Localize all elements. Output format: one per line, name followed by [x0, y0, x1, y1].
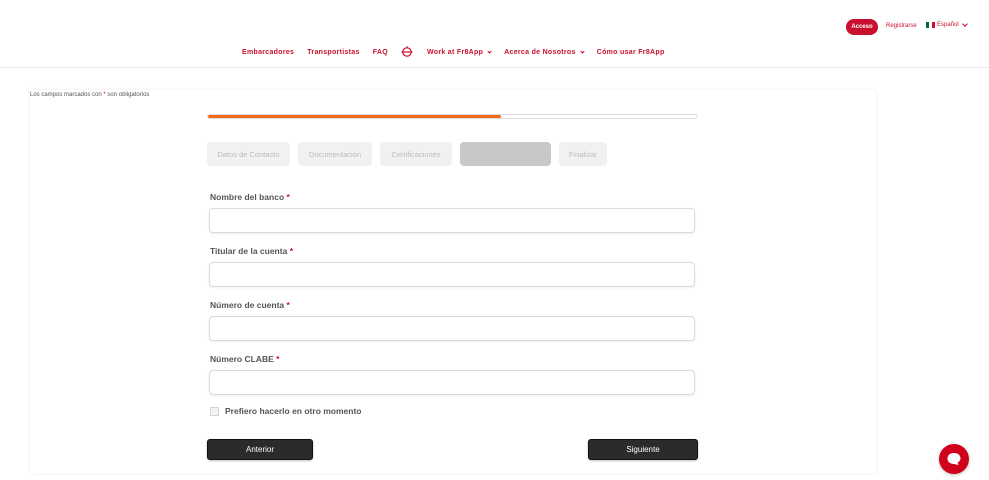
- top-bar: Acceso Registrarse Español Embarcadores …: [0, 0, 989, 68]
- fr8app-logo-icon[interactable]: [401, 46, 413, 58]
- account-number-label-text: Número de cuenta: [210, 300, 285, 310]
- chevron-down-icon: [580, 48, 585, 54]
- chevron-down-icon: [487, 48, 492, 54]
- nav-item-faq[interactable]: FAQ: [373, 49, 388, 56]
- nav-item-work-label: Work at Fr8App: [426, 48, 484, 56]
- clabe-label: Número CLABE *: [210, 354, 279, 364]
- required-star: *: [289, 246, 293, 256]
- account-holder-label-text: Titular de la cuenta: [210, 246, 288, 256]
- main-nav: Embarcadores Transportistas FAQ Work at …: [242, 46, 678, 58]
- step-documents[interactable]: Documentación: [298, 142, 372, 166]
- later-checkbox-label: Prefiero hacerlo en otro momento: [225, 406, 362, 416]
- nav-item-work[interactable]: Work at Fr8App: [426, 48, 492, 56]
- required-note-prefix: Los campos marcados con: [30, 92, 104, 98]
- nav-item-about[interactable]: Acerca de Nosotros: [504, 48, 585, 56]
- clabe-input[interactable]: [209, 370, 695, 395]
- register-link[interactable]: Registrarse: [886, 23, 917, 29]
- chevron-down-icon: [961, 20, 968, 27]
- step-certifications[interactable]: Certificaciones: [380, 142, 452, 166]
- nav-item-embarcadores[interactable]: Embarcadores: [242, 49, 294, 56]
- account-holder-label: Titular de la cuenta *: [210, 246, 293, 256]
- nav-item-transportistas[interactable]: Transportistas: [307, 49, 359, 56]
- bank-name-input[interactable]: [209, 208, 695, 233]
- step-tabs: Datos de Contacto Documentación Certific…: [207, 142, 615, 166]
- previous-button[interactable]: Anterior: [207, 439, 313, 460]
- account-number-input[interactable]: [209, 316, 695, 341]
- language-selector[interactable]: Español: [926, 20, 968, 28]
- bank-name-label-text: Nombre del banco: [210, 192, 285, 202]
- bank-name-label: Nombre del banco *: [210, 192, 290, 202]
- progress-bar: [207, 114, 698, 119]
- next-button[interactable]: Siguiente: [588, 439, 698, 460]
- required-note-suffix: son obligatorios: [105, 92, 150, 98]
- chat-bubble-icon: [947, 453, 961, 465]
- later-checkbox-row[interactable]: Prefiero hacerlo en otro momento: [210, 406, 362, 416]
- chat-button[interactable]: [939, 444, 969, 474]
- step-finish[interactable]: Finalizar: [559, 142, 607, 166]
- access-button[interactable]: Acceso: [846, 19, 878, 35]
- step-contact[interactable]: Datos de Contacto: [207, 142, 290, 166]
- later-checkbox[interactable]: [210, 406, 219, 416]
- language-label: Español: [937, 22, 959, 28]
- account-holder-input[interactable]: [209, 262, 695, 287]
- required-star: *: [286, 192, 290, 202]
- mexico-flag-icon: [926, 22, 935, 28]
- step-current[interactable]: [460, 142, 551, 166]
- required-note: Los campos marcados con * son obligatori…: [30, 92, 149, 98]
- required-star: *: [286, 300, 290, 310]
- nav-item-about-label: Acerca de Nosotros: [504, 48, 576, 56]
- nav-item-how-to[interactable]: Cómo usar Fr8App: [597, 49, 665, 56]
- account-number-label: Número de cuenta *: [210, 300, 290, 310]
- clabe-label-text: Número CLABE: [210, 354, 274, 364]
- required-star: *: [276, 354, 280, 364]
- progress-fill: [208, 115, 502, 118]
